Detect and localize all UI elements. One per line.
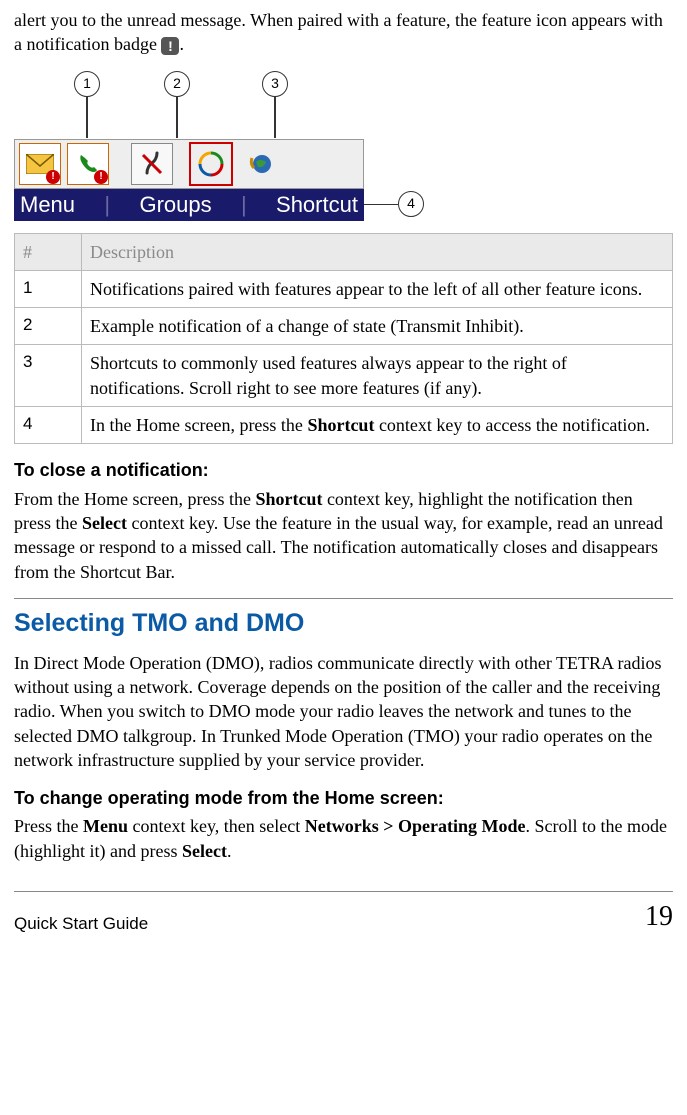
separator: | [241, 190, 247, 220]
table-row: 4 In the Home screen, press the Shortcut… [15, 407, 673, 444]
callout-2: 2 [164, 71, 190, 97]
softkey-groups: Groups [139, 190, 211, 220]
header-desc: Description [82, 233, 673, 270]
table-row: 2 Example notification of a change of st… [15, 308, 673, 345]
icon-bar: ! ! [14, 139, 364, 189]
cell-num: 1 [15, 270, 82, 307]
footer-title: Quick Start Guide [14, 913, 148, 936]
cell-num: 4 [15, 407, 82, 444]
table-row: 1 Notifications paired with features app… [15, 270, 673, 307]
cell-num: 3 [15, 345, 82, 407]
callout-line [176, 96, 178, 138]
callout-4: 4 [398, 191, 424, 217]
missed-call-icon: ! [67, 143, 109, 185]
callout-line [86, 96, 88, 138]
intro-text: alert you to the unread message. When pa… [14, 10, 663, 54]
cell-desc: Example notification of a change of stat… [82, 308, 673, 345]
notification-badge-icon: ! [161, 37, 179, 55]
callout-3: 3 [262, 71, 288, 97]
change-mode-heading: To change operating mode from the Home s… [14, 786, 673, 810]
intro-period: . [179, 34, 184, 54]
table-row: 3 Shortcuts to commonly used features al… [15, 345, 673, 407]
globe-icon [239, 143, 281, 185]
cell-desc: Notifications paired with features appea… [82, 270, 673, 307]
close-notification-para: From the Home screen, press the Shortcut… [14, 487, 673, 584]
shortcut-feature-icon [189, 142, 233, 186]
shortcut-bar-diagram: 1 2 3 4 ! ! Menu | Groups | Shortcu [8, 67, 448, 227]
message-icon: ! [19, 143, 61, 185]
table-header-row: # Description [15, 233, 673, 270]
change-mode-para: Press the Menu context key, then select … [14, 814, 673, 863]
page-number: 19 [645, 898, 673, 936]
cell-num: 2 [15, 308, 82, 345]
intro-paragraph: alert you to the unread message. When pa… [14, 8, 673, 57]
section-divider [14, 598, 673, 599]
separator: | [104, 190, 110, 220]
page-footer: Quick Start Guide 19 [14, 891, 673, 936]
transmit-inhibit-icon [131, 143, 173, 185]
callout-line [274, 96, 276, 138]
soft-key-bar: Menu | Groups | Shortcut [14, 189, 364, 221]
softkey-menu: Menu [20, 190, 75, 220]
section-para: In Direct Mode Operation (DMO), radios c… [14, 651, 673, 772]
cell-desc: In the Home screen, press the Shortcut c… [82, 407, 673, 444]
badge-icon: ! [94, 170, 108, 184]
softkey-shortcut: Shortcut [276, 190, 358, 220]
section-title: Selecting TMO and DMO [14, 607, 673, 641]
callout-line [364, 204, 398, 206]
description-table: # Description 1 Notifications paired wit… [14, 233, 673, 445]
close-notification-heading: To close a notification: [14, 458, 673, 482]
badge-icon: ! [46, 170, 60, 184]
cell-desc: Shortcuts to commonly used features alwa… [82, 345, 673, 407]
header-num: # [15, 233, 82, 270]
callout-1: 1 [74, 71, 100, 97]
